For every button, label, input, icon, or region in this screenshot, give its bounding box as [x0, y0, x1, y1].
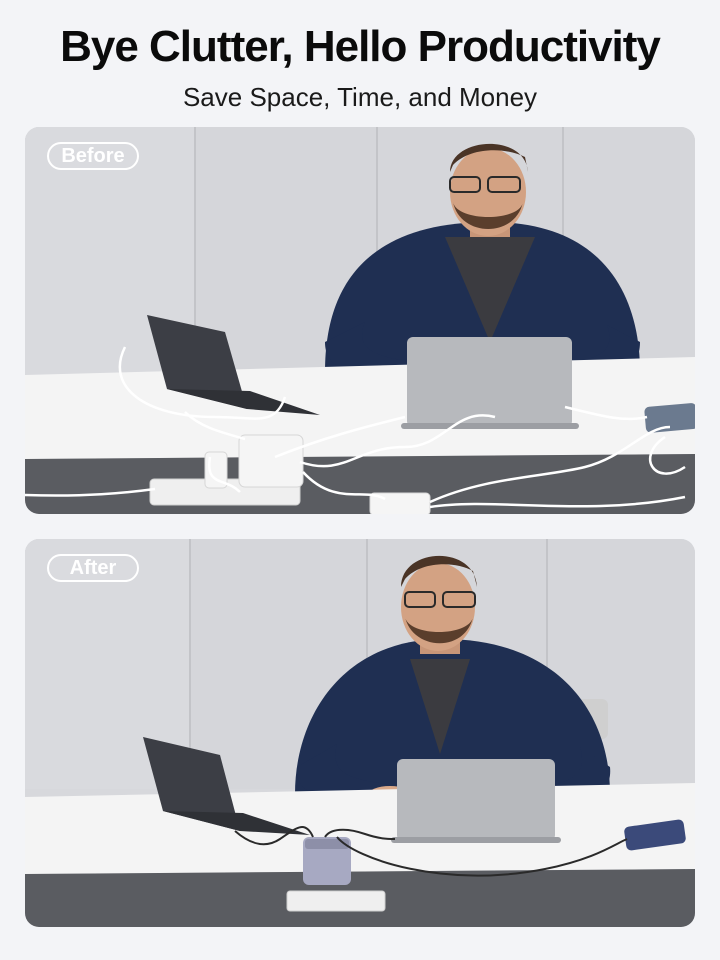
- page-subtitle: Save Space, Time, and Money: [182, 82, 538, 112]
- page-title: Bye Clutter, Hello Productivity: [60, 22, 661, 71]
- before-scene-illustration: [25, 127, 695, 514]
- after-label: After: [47, 554, 139, 582]
- before-label: Before: [47, 142, 139, 170]
- after-scene-illustration: [25, 539, 695, 927]
- before-photo-panel: Before: [25, 127, 695, 514]
- after-photo-panel: After: [25, 539, 695, 927]
